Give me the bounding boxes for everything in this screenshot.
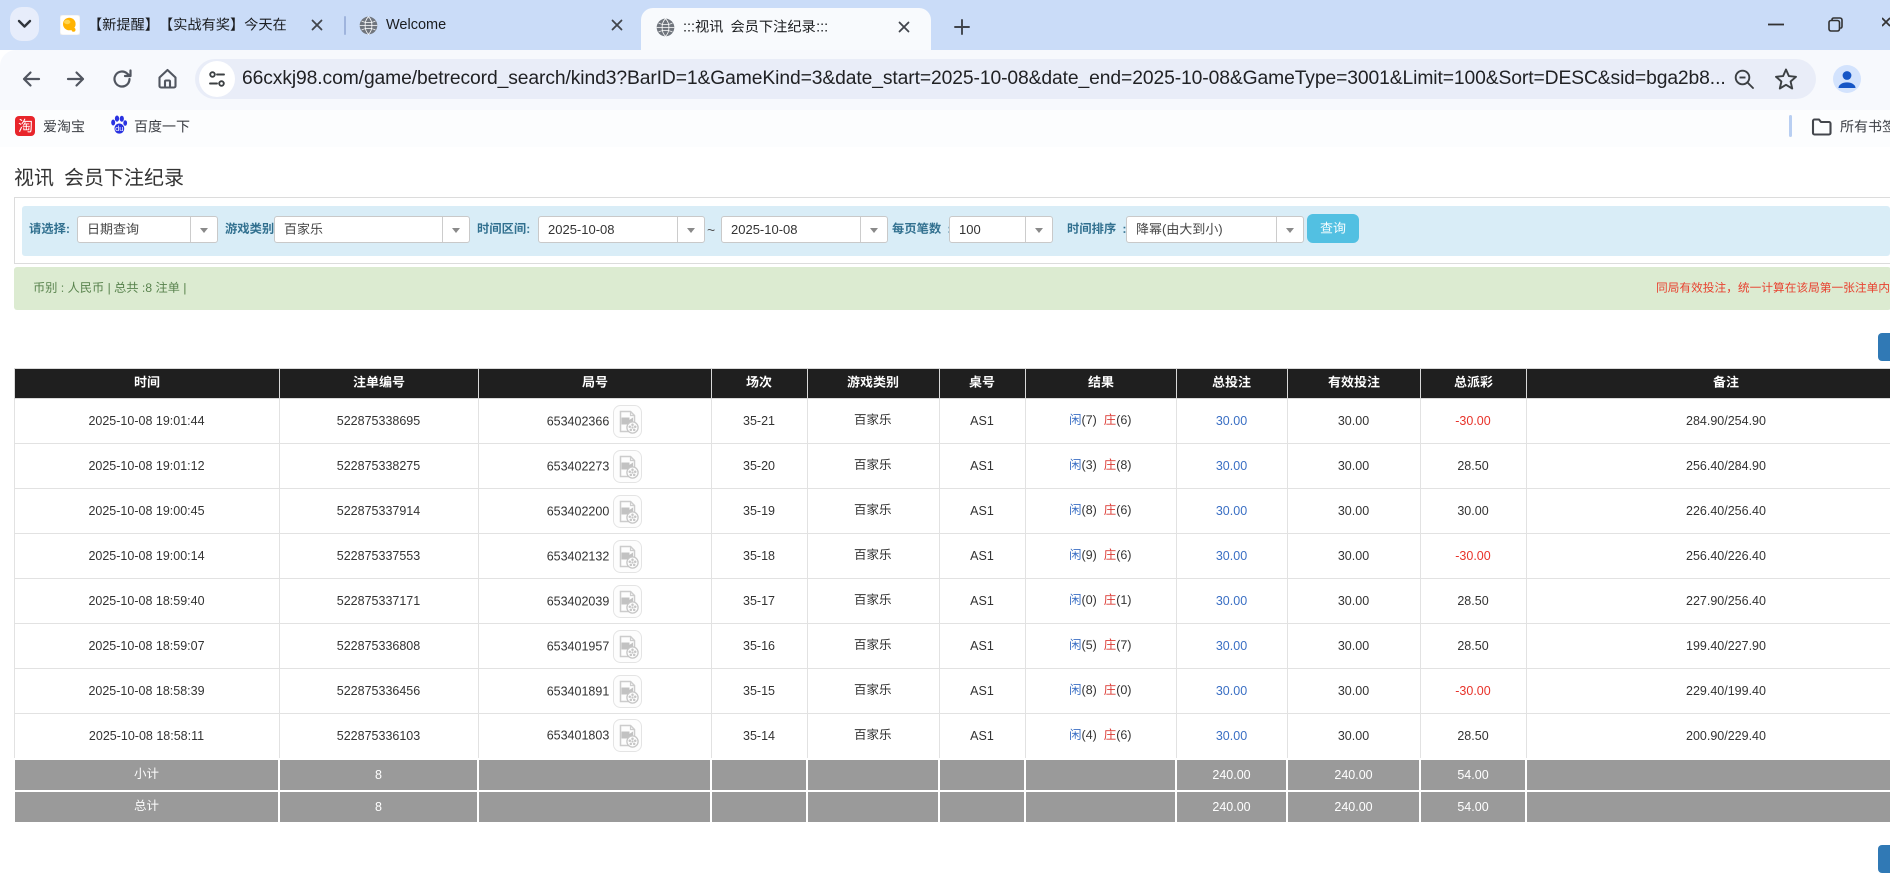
svg-text:du: du: [115, 124, 123, 133]
